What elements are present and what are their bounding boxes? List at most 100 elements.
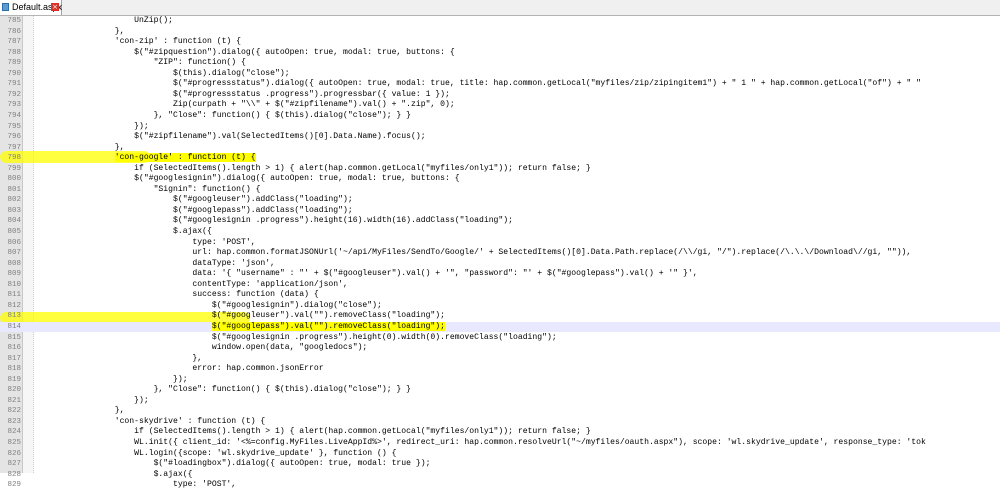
line-number: 811 xyxy=(7,291,21,300)
code-text[interactable]: $(this).dialog("close"); xyxy=(37,69,290,80)
code-line[interactable]: 820 }, "Close": function() { $(this).dia… xyxy=(0,385,1000,396)
code-line[interactable]: 827 $("#loadingbox").dialog({ autoOpen: … xyxy=(0,459,1000,470)
code-line[interactable]: 789 "ZIP": function() { xyxy=(0,58,1000,69)
code-line[interactable]: 790 $(this).dialog("close"); xyxy=(0,69,1000,80)
line-number: 800 xyxy=(7,175,21,184)
code-text[interactable]: type: 'POST', xyxy=(37,238,255,249)
code-text[interactable]: contentType: 'application/json', xyxy=(37,280,347,291)
code-line[interactable]: 805 $.ajax({ xyxy=(0,227,1000,238)
code-line[interactable]: 812 $("#googlesignin").dialog("close"); xyxy=(0,301,1000,312)
code-line[interactable]: 828 $.ajax({ xyxy=(0,470,1000,481)
code-text[interactable]: $("#zipfilename").val(SelectedItems()[0]… xyxy=(37,132,425,143)
line-number: 827 xyxy=(7,460,21,469)
close-icon[interactable]: × xyxy=(51,3,59,11)
code-text[interactable]: }, xyxy=(37,27,125,38)
code-text[interactable]: "Signin": function() { xyxy=(37,185,261,196)
code-text[interactable]: type: 'POST', xyxy=(37,480,236,491)
code-line[interactable]: 821 }); xyxy=(0,396,1000,407)
code-line[interactable]: 797 }, xyxy=(0,143,1000,154)
code-line[interactable]: 810 contentType: 'application/json', xyxy=(0,280,1000,291)
code-text[interactable]: }, xyxy=(37,406,125,417)
code-text[interactable]: url: hap.common.formatJSONUrl('~/api/MyF… xyxy=(37,248,911,259)
code-line[interactable]: 826 WL.login({scope: 'wl.skydrive_update… xyxy=(0,449,1000,460)
code-line[interactable]: 829 type: 'POST', xyxy=(0,480,1000,491)
code-line[interactable]: 819 }); xyxy=(0,375,1000,386)
code-text[interactable]: $("#googlesignin .progress").height(0).w… xyxy=(37,333,557,344)
code-line[interactable]: 803 $("#googlepass").addClass("loading")… xyxy=(0,206,1000,217)
code-line[interactable]: 811 success: function (data) { xyxy=(0,290,1000,301)
code-line[interactable]: 804 $("#googlesignin .progress").height(… xyxy=(0,216,1000,227)
code-line[interactable]: 801 "Signin": function() { xyxy=(0,185,1000,196)
code-line[interactable]: 825 WL.init({ client_id: '<%=config.MyFi… xyxy=(0,438,1000,449)
code-text[interactable]: $("#googlesignin").dialog({ autoOpen: tr… xyxy=(37,174,459,185)
code-line[interactable]: 793 Zip(curpath + "\\" + $("#zipfilename… xyxy=(0,100,1000,111)
code-line[interactable]: 792 $("#progressstatus .progress").progr… xyxy=(0,90,1000,101)
code-line[interactable]: 795 }); xyxy=(0,122,1000,133)
code-line[interactable]: 802 $("#googleuser").addClass("loading")… xyxy=(0,195,1000,206)
code-line[interactable]: 791 $("#progressstatus").dialog({ autoOp… xyxy=(0,79,1000,90)
code-text[interactable]: $("#progressstatus .progress").progressb… xyxy=(37,90,450,101)
code-text[interactable]: }); xyxy=(37,396,149,407)
line-number: 816 xyxy=(7,344,21,353)
code-text[interactable]: }); xyxy=(37,122,149,133)
code-text[interactable]: 'con-zip' : function (t) { xyxy=(37,37,241,48)
code-line[interactable]: 800 $("#googlesignin").dialog({ autoOpen… xyxy=(0,174,1000,185)
code-text[interactable]: $.ajax({ xyxy=(37,470,193,481)
code-text[interactable]: UnZip(); xyxy=(37,16,173,27)
code-line[interactable]: 787 'con-zip' : function (t) { xyxy=(0,37,1000,48)
code-text[interactable]: "ZIP": function() { xyxy=(37,58,246,69)
code-line[interactable]: 816 window.open(data, "googledocs"); xyxy=(0,343,1000,354)
code-text[interactable]: WL.init({ client_id: '<%=config.MyFiles.… xyxy=(37,438,926,449)
code-text[interactable]: $("#googleuser").val("").removeClass("lo… xyxy=(37,311,445,322)
code-text[interactable]: $("#googlepass").val("").removeClass("lo… xyxy=(37,321,445,333)
code-line[interactable]: 813 $("#googleuser").val("").removeClass… xyxy=(0,311,1000,322)
code-text[interactable]: Zip(curpath + "\\" + $("#zipfilename").v… xyxy=(37,100,455,111)
code-text[interactable]: if (SelectedItems().length > 1) { alert(… xyxy=(37,427,591,438)
code-line[interactable]: 788 $("#zipquestion").dialog({ autoOpen:… xyxy=(0,48,1000,59)
code-text[interactable]: dataType: 'json', xyxy=(37,259,275,270)
code-text[interactable]: }); xyxy=(37,375,188,386)
code-text[interactable]: window.open(data, "googledocs"); xyxy=(37,343,367,354)
code-line[interactable]: 785 UnZip(); xyxy=(0,16,1000,27)
code-line[interactable]: 818 error: hap.common.jsonError xyxy=(0,364,1000,375)
code-text[interactable]: $("#googleuser").addClass("loading"); xyxy=(37,195,353,206)
code-text[interactable]: }, "Close": function() { $(this).dialog(… xyxy=(37,111,411,122)
code-line[interactable]: 806 type: 'POST', xyxy=(0,238,1000,249)
code-text[interactable]: }, "Close": function() { $(this).dialog(… xyxy=(37,385,411,396)
code-text[interactable]: if (SelectedItems().length > 1) { alert(… xyxy=(37,164,591,175)
code-line[interactable]: 796 $("#zipfilename").val(SelectedItems(… xyxy=(0,132,1000,143)
code-text[interactable]: $("#loadingbox").dialog({ autoOpen: true… xyxy=(37,459,431,470)
code-line[interactable]: 815 $("#googlesignin .progress").height(… xyxy=(0,333,1000,344)
code-line[interactable]: 808 dataType: 'json', xyxy=(0,259,1000,270)
code-text[interactable]: $("#googlepass").addClass("loading"); xyxy=(37,206,353,217)
code-text[interactable]: data: '{ "username" : "' + $("#googleuse… xyxy=(37,269,697,280)
code-line[interactable]: 823 'con-skydrive' : function (t) { xyxy=(0,417,1000,428)
line-number: 791 xyxy=(7,80,21,89)
code-text[interactable]: $("#progressstatus").dialog({ autoOpen: … xyxy=(37,79,921,90)
code-text[interactable]: 'con-skydrive' : function (t) { xyxy=(37,417,266,428)
code-line[interactable]: 807 url: hap.common.formatJSONUrl('~/api… xyxy=(0,248,1000,259)
code-line[interactable]: 786 }, xyxy=(0,27,1000,38)
code-text[interactable]: $.ajax({ xyxy=(37,227,212,238)
code-line[interactable]: 824 if (SelectedItems().length > 1) { al… xyxy=(0,427,1000,438)
code-line[interactable]: 822 }, xyxy=(0,406,1000,417)
code-line[interactable]: 799 if (SelectedItems().length > 1) { al… xyxy=(0,164,1000,175)
line-number: 829 xyxy=(7,481,21,490)
code-text[interactable]: WL.login({scope: 'wl.skydrive_update' },… xyxy=(37,449,396,460)
code-text[interactable]: 'con-google' : function (t) { xyxy=(37,153,256,164)
code-text[interactable]: }, xyxy=(37,354,202,365)
code-line[interactable]: 794 }, "Close": function() { $(this).dia… xyxy=(0,111,1000,122)
tab-default-aspx[interactable]: Default.aspx × xyxy=(0,0,62,15)
code-text[interactable]: $("#googlesignin .progress").height(16).… xyxy=(37,216,513,227)
code-text[interactable]: $("#googlesignin").dialog("close"); xyxy=(37,301,382,312)
code-editor[interactable]: 785 UnZip(); 786 }, 787 'con-zip' : functi… xyxy=(0,16,1000,489)
code-line[interactable]: 814 $("#googlepass").val("").removeClass… xyxy=(0,321,1000,333)
code-line[interactable]: 798 'con-google' : function (t) { xyxy=(0,153,1000,164)
code-text[interactable]: $("#zipquestion").dialog({ autoOpen: tru… xyxy=(37,48,455,59)
code-text[interactable]: success: function (data) { xyxy=(37,290,318,301)
code-line[interactable]: 809 data: '{ "username" : "' + $("#googl… xyxy=(0,269,1000,280)
code-text[interactable]: }, xyxy=(37,143,125,154)
code-text[interactable]: error: hap.common.jsonError xyxy=(37,364,323,375)
line-number: 797 xyxy=(7,143,21,152)
code-line[interactable]: 817 }, xyxy=(0,354,1000,365)
